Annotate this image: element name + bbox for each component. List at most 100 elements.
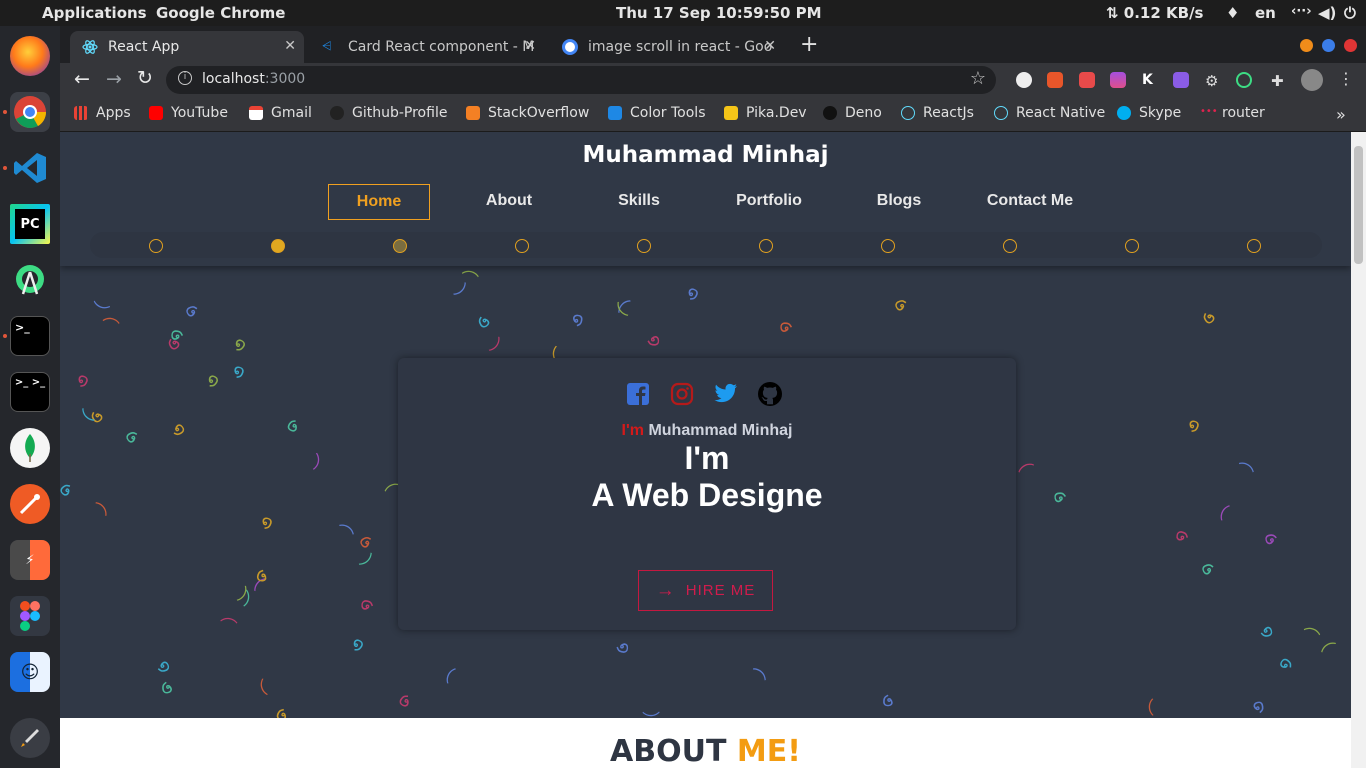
bookmark-youtube[interactable]: YouTube (149, 105, 228, 121)
instagram-icon[interactable] (670, 382, 694, 406)
slider-dot-active[interactable] (271, 239, 285, 253)
address-bar[interactable]: i localhost:3000 ☆ (166, 66, 996, 94)
about-section: ABOUT ME! (60, 718, 1351, 768)
hero-card: I'm Muhammad Minhaj I'm A Web Designe → … (398, 358, 1016, 630)
close-tab-icon[interactable]: ✕ (764, 38, 776, 54)
confetti-piece: ໑ (159, 676, 175, 700)
bookmark-pika-dev[interactable]: Pika.Dev (724, 105, 807, 121)
gmail-icon (249, 106, 263, 120)
nav-home[interactable]: Home (328, 184, 430, 220)
slider-dot[interactable] (759, 239, 773, 253)
tab-google-search[interactable]: image scroll in react - Goo ✕ (550, 31, 784, 63)
github-icon[interactable] (758, 382, 782, 406)
minimize-button[interactable] (1300, 39, 1313, 52)
maximize-button[interactable] (1322, 39, 1335, 52)
slider-dot[interactable] (149, 239, 163, 253)
hire-me-label: HIRE ME (685, 582, 756, 599)
tab-card-react-component[interactable]: ⩤ Card React component - M ✕ (310, 31, 544, 63)
slider-dot[interactable] (637, 239, 651, 253)
active-app-menu[interactable]: Google Chrome (156, 4, 285, 22)
nav-blogs[interactable]: Blogs (848, 184, 950, 220)
bookmark-react-native[interactable]: React Native (994, 105, 1105, 121)
hire-me-button[interactable]: → HIRE ME (638, 570, 773, 611)
nav-about[interactable]: About (458, 184, 560, 220)
bookmark-gmail[interactable]: Gmail (249, 105, 312, 121)
page-viewport: ໑໑໑໑໑ ⌒ ໑ ⌒ ໑໑໑໑໑໑ ⌒ ໑໑ ⌒ ⌒ ⌒ ໑ ⌒ ໑໑໑ ⌒ ໑ ⌒ ⌒ ໑ ⌒ ⌒ ⌒ ໑໑໑ ⌒ ⌒ ⌒ ໑… (60, 132, 1351, 768)
terminator-icon[interactable]: >_ >_ (10, 372, 50, 412)
extension-icon[interactable] (1173, 72, 1189, 88)
finder-icon[interactable]: ☺ (10, 652, 50, 692)
bookmark-router[interactable]: ••• router (1200, 105, 1265, 121)
chrome-icon[interactable] (10, 92, 50, 132)
bookmark-skype[interactable]: Skype (1117, 105, 1181, 121)
bookmark-deno[interactable]: Deno (823, 105, 882, 121)
confetti-piece: ໑ (354, 598, 377, 612)
menu-icon[interactable]: ⋮ (1338, 69, 1354, 88)
nav-contact-me[interactable]: Contact Me (979, 184, 1081, 220)
confetti-piece: ໑ (282, 414, 302, 439)
clock[interactable]: Thu 17 Sep 10:59:50 PM (616, 4, 822, 22)
close-tab-icon[interactable]: ✕ (284, 38, 296, 54)
figma-icon[interactable] (10, 596, 50, 636)
bell-icon[interactable]: ♦ (1226, 4, 1239, 22)
new-tab-button[interactable]: + (800, 32, 818, 57)
language-indicator[interactable]: en (1255, 4, 1276, 22)
google-icon (562, 39, 578, 55)
slider-dot[interactable] (1247, 239, 1261, 253)
puzzle-icon[interactable]: ✚ (1271, 72, 1287, 90)
slider-dot[interactable] (1003, 239, 1017, 253)
postman-icon[interactable] (10, 484, 50, 524)
extension-icon[interactable] (1110, 72, 1126, 88)
bookmark-github-profile[interactable]: Github-Profile (330, 105, 447, 121)
page-scrollbar[interactable] (1351, 132, 1366, 768)
nav-skills[interactable]: Skills (588, 184, 690, 220)
slider-dot[interactable] (1125, 239, 1139, 253)
bookmark-star-icon[interactable]: ☆ (970, 68, 986, 89)
confetti-piece: ⌒ (1216, 503, 1244, 529)
bookmark-stackoverflow[interactable]: StackOverflow (466, 105, 589, 121)
confetti-piece: ໑ (1249, 695, 1267, 719)
info-icon[interactable]: i (178, 71, 192, 85)
volume-icon[interactable]: ◀) (1318, 4, 1336, 22)
close-window-button[interactable] (1344, 39, 1357, 52)
mongodb-icon[interactable] (10, 428, 50, 468)
avatar[interactable] (1301, 69, 1323, 91)
bookmarks-overflow-button[interactable]: » (1336, 105, 1346, 124)
bookmark-apps[interactable]: Apps (74, 105, 131, 121)
bookmark-color-tools[interactable]: Color Tools (608, 105, 706, 121)
network-icon[interactable]: ‹··› (1291, 4, 1312, 19)
extension-icon[interactable] (1016, 72, 1032, 88)
back-icon[interactable]: ← (74, 68, 90, 90)
applications-menu[interactable]: Applications (42, 4, 147, 22)
power-icon[interactable]: ⏻ (1344, 4, 1356, 22)
slider-dot[interactable] (515, 239, 529, 253)
vscode-icon[interactable] (10, 148, 50, 188)
sublime-merge-icon[interactable]: ⚡ (10, 540, 50, 580)
nav-portfolio[interactable]: Portfolio (718, 184, 820, 220)
terminal-icon[interactable]: >_ (10, 316, 50, 356)
extension-icon[interactable] (1079, 72, 1095, 88)
extension-icon[interactable]: K (1142, 72, 1158, 88)
bookmark-reactjs[interactable]: ReactJs (901, 105, 974, 121)
browser-window: React App ✕ ⩤ Card React component - M ✕… (60, 26, 1366, 132)
close-tab-icon[interactable]: ✕ (524, 38, 536, 54)
pycharm-icon[interactable]: PC (10, 204, 50, 244)
slider-dot[interactable] (393, 239, 407, 253)
gear-icon[interactable]: ⚙ (1205, 72, 1221, 90)
extension-icon[interactable] (1236, 72, 1252, 88)
firefox-icon[interactable] (10, 36, 50, 76)
router-icon: ••• (1200, 106, 1218, 117)
forward-icon[interactable]: → (106, 68, 122, 90)
twitter-icon[interactable] (714, 382, 738, 406)
slider-dot[interactable] (881, 239, 895, 253)
reload-icon[interactable]: ↻ (137, 67, 153, 89)
running-indicator (3, 110, 7, 114)
tab-title: image scroll in react - Goo (588, 39, 773, 55)
tab-react-app[interactable]: React App ✕ (70, 31, 304, 63)
scrollbar-thumb[interactable] (1354, 146, 1363, 264)
android-studio-icon[interactable] (10, 260, 50, 300)
site-brand[interactable]: Muhammad Minhaj (60, 142, 1351, 168)
extension-icon[interactable] (1047, 72, 1063, 88)
facebook-icon[interactable] (626, 382, 650, 406)
launcher-icon[interactable] (10, 718, 50, 758)
